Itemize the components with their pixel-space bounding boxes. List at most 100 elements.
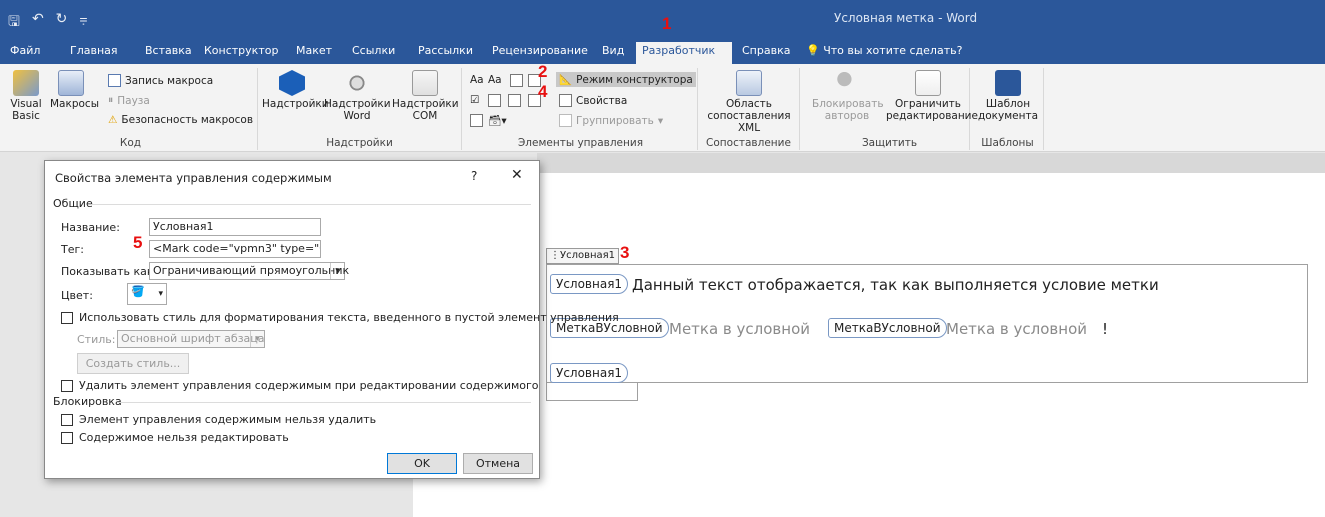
dropdown-control[interactable] (508, 94, 521, 107)
redo-icon[interactable]: ↻ (56, 11, 68, 35)
rich-text-icon: Aa (470, 74, 484, 86)
combo-icon (488, 94, 501, 107)
group-protect-caption: Защитить (861, 137, 918, 149)
tab-mailings[interactable]: Рассылки (412, 42, 479, 64)
tab-references[interactable]: Ссылки (346, 42, 401, 64)
inner-placeholder-1[interactable]: Метка в условной (669, 320, 810, 338)
group-icon (559, 114, 572, 127)
ruler (537, 153, 1325, 173)
checkbox-icon: ☑ (470, 94, 480, 106)
tag-input[interactable]: <Mark code="vpmn3" type="Condi (149, 240, 321, 258)
block-authors-icon (834, 70, 860, 96)
macros-button[interactable]: Макросы (50, 70, 99, 110)
help-button[interactable]: ? (471, 169, 477, 183)
tab-home[interactable]: Главная (64, 42, 124, 64)
marker-3: 3 (620, 243, 630, 262)
tab-layout[interactable]: Макет (290, 42, 338, 64)
design-mode-button[interactable]: 📐 Режим конструктора (556, 72, 696, 87)
save-icon[interactable]: 🖫 (8, 11, 20, 35)
picture-control[interactable] (510, 74, 523, 87)
tab-review[interactable]: Рецензирование (486, 42, 594, 64)
dialog-title: Свойства элемента управления содержимым (55, 171, 332, 185)
show-as-select[interactable]: Ограничивающий прямоугольник ▾ (149, 262, 349, 280)
style-label: Стиль: (77, 333, 116, 346)
restrict-editing-button[interactable]: Ограничить редактирование (886, 70, 978, 122)
gear-icon (344, 70, 370, 96)
plain-text-icon: Aa (488, 74, 502, 86)
start-tag[interactable]: Условная1 (550, 274, 629, 294)
xml-mapping-button[interactable]: Область сопоставления XML (700, 70, 798, 134)
customize-icon[interactable]: ⩦ (79, 11, 87, 35)
cannot-edit-checkbox[interactable]: Содержимое нельзя редактировать (61, 431, 289, 444)
group-controls: Aa Aa ☑ 🗃▾ 📐 Режим конструктора Свойства… (464, 68, 698, 150)
tab-insert[interactable]: Вставка (139, 42, 198, 64)
tab-file[interactable]: Файл (4, 42, 46, 64)
picture-icon (510, 74, 523, 87)
rich-text-control[interactable]: Aa (470, 74, 484, 86)
macro-security-button[interactable]: ⚠ Безопасность макросов (108, 114, 253, 126)
style-select[interactable]: Основной шрифт абзаца ▾ (117, 330, 265, 348)
general-divider (91, 204, 531, 205)
color-picker[interactable]: 🪣 ▾ (127, 283, 167, 305)
cannot-delete-checkbox[interactable]: Элемент управления содержимым нельзя уда… (61, 413, 376, 426)
block-authors-button[interactable]: Блокировать авторов (812, 70, 884, 122)
paint-bucket-icon: 🪣 (131, 285, 145, 298)
inner-placeholder-2[interactable]: Метка в условной (946, 320, 1087, 338)
pause-icon: ⏸ (108, 94, 114, 106)
ok-button[interactable]: OK (387, 453, 457, 474)
properties-icon (559, 94, 572, 107)
ribbon-tabs: Файл Главная Вставка Конструктор Макет С… (0, 38, 1325, 64)
dropdown-icon (508, 94, 521, 107)
legacy-tools-button[interactable]: 🗃▾ (488, 114, 507, 127)
checkbox-control[interactable]: ☑ (470, 94, 479, 106)
use-style-checkbox[interactable]: Использовать стиль для форматирования те… (61, 311, 619, 324)
tab-help[interactable]: Справка (736, 42, 796, 64)
repeating-icon (470, 114, 483, 127)
remove-on-edit-checkbox[interactable]: Удалить элемент управления содержимым пр… (61, 379, 539, 392)
locking-section-label: Блокировка (53, 395, 122, 408)
exclamation-text[interactable]: ! (1102, 320, 1108, 338)
group-mapping: Область сопоставления XML Сопоставление (698, 68, 800, 150)
group-button[interactable]: Группировать ▾ (559, 114, 663, 127)
group-addins: Надстройки Надстройки Word Надстройки CO… (258, 68, 462, 150)
close-button[interactable]: ✕ (511, 167, 523, 183)
word-addins-button[interactable]: Надстройки Word (324, 70, 391, 122)
tab-view[interactable]: Вид (596, 42, 630, 64)
properties-button[interactable]: Свойства (559, 94, 627, 107)
pause-button[interactable]: ⏸ Пауза (108, 94, 150, 107)
drag-handle-icon: ⋮ (550, 250, 560, 261)
com-addins-button[interactable]: Надстройки COM (392, 70, 459, 122)
content-control-tab[interactable]: ⋮Условная1 (546, 248, 620, 264)
combo-control[interactable] (488, 94, 501, 107)
group-addins-caption: Надстройки (326, 137, 393, 149)
inner-tag-2[interactable]: МеткаВУсловной (828, 318, 947, 338)
plain-text-control[interactable]: Aa (488, 74, 502, 86)
name-input[interactable]: Условная1 (149, 218, 321, 236)
marker-4: 4 (538, 82, 548, 101)
cancel-button[interactable]: Отмена (463, 453, 533, 474)
warning-icon: ⚠ (108, 114, 118, 126)
tab-design[interactable]: Конструктор (198, 42, 284, 64)
condition-text[interactable]: Данный текст отображается, так как выпол… (632, 276, 1159, 294)
legacy-tools-icon: 🗃▾ (488, 115, 507, 127)
addins-button[interactable]: Надстройки (262, 70, 329, 110)
general-section-label: Общие (53, 197, 93, 210)
quick-access-toolbar: 🖫 ↶ ↻ ⩦ (8, 11, 88, 35)
design-mode-icon: 📐 (559, 74, 573, 86)
show-as-label: Показывать как: (61, 265, 158, 278)
repeating-control[interactable] (470, 114, 483, 127)
tab-developer[interactable]: Разработчик (636, 42, 732, 64)
new-style-button[interactable]: Создать стиль... (77, 353, 189, 374)
undo-icon[interactable]: ↶ (32, 11, 44, 35)
document-template-button[interactable]: Шаблон документа (974, 70, 1042, 122)
com-addins-icon (412, 70, 438, 96)
group-protect: Блокировать авторов Ограничить редактиро… (810, 68, 978, 150)
group-templates-caption: Шаблоны (981, 137, 1034, 149)
visual-basic-button[interactable]: Visual Basic (6, 70, 46, 122)
locking-divider (117, 402, 531, 403)
tell-me-box[interactable]: 💡 Что вы хотите сделать? (800, 42, 968, 64)
color-label: Цвет: (61, 289, 93, 302)
record-macro-button[interactable]: Запись макроса (108, 74, 213, 87)
end-tag[interactable]: Условная1 (550, 363, 629, 383)
tag-label: Тег: (61, 243, 84, 256)
